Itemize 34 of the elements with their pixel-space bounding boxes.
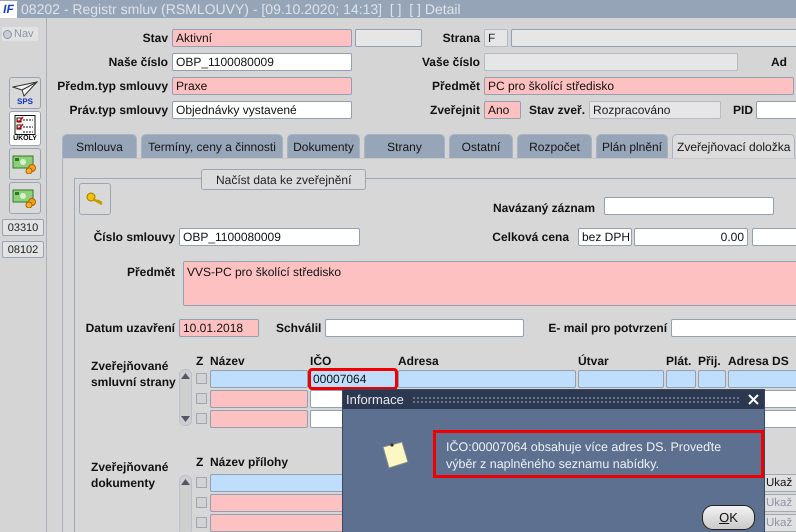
- field-label: Stav zveř.: [529, 103, 586, 117]
- app-logo: IF: [0, 0, 17, 18]
- field-label: PID: [733, 103, 754, 117]
- column-header: Útvar: [578, 355, 609, 368]
- field-label: E- mail pro potvrzení: [548, 321, 668, 335]
- field-label: Práv.typ smlouvy: [68, 103, 169, 117]
- field-label: Ad: [771, 55, 787, 69]
- field-label: Schválil: [276, 321, 322, 335]
- column-header: Adresa DS: [728, 355, 789, 368]
- column-header: Název: [210, 355, 245, 368]
- field-label: Stav: [142, 31, 169, 45]
- column-header: Název přílohy: [210, 456, 288, 471]
- column-header: Plát.: [666, 355, 692, 368]
- field-label: Vaše číslo: [420, 55, 481, 69]
- column-header: Přij.: [698, 355, 721, 368]
- section-label: Zveřejňované smluvní strany: [90, 358, 177, 390]
- column-header: Adresa: [398, 355, 439, 368]
- field-label: Předmět: [126, 264, 176, 279]
- field-label: Navázaný záznam: [492, 201, 596, 215]
- field-label: Celková cena: [491, 230, 570, 244]
- field-label: Předm.typ smlouvy: [56, 79, 169, 93]
- field-label: Předmět: [430, 79, 481, 93]
- column-header: Z: [196, 355, 204, 368]
- field-label: Strana: [442, 31, 482, 45]
- column-header: IČO: [310, 355, 332, 368]
- field-label: Datum uzavření: [84, 321, 176, 335]
- window-title: 08202 - Registr smluv (RSMLOUVY) - [09.10.2020; 14:13] [ ] [ ] Detail: [21, 1, 461, 17]
- column-header: Z: [196, 456, 204, 471]
- dialog-title: Informace: [346, 392, 404, 407]
- dialog-message: IČO:00007064 obsahuje více adres DS. Proveďte výběr z naplněného seznamu nabídky.: [433, 430, 764, 478]
- section-label: Zveřejňované dokumenty: [90, 459, 170, 491]
- field-label: Číslo smlouvy: [92, 230, 176, 244]
- field-label: Naše číslo: [108, 55, 169, 69]
- field-label: Zveřejnit: [428, 103, 481, 117]
